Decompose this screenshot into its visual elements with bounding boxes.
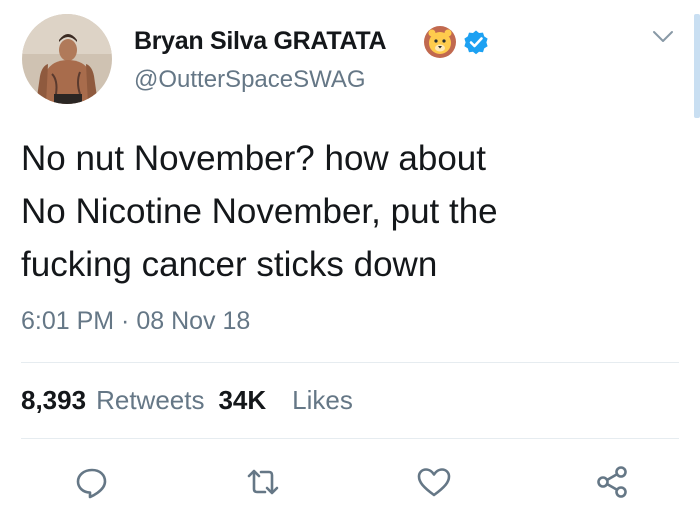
- verified-badge-icon: [463, 29, 489, 55]
- lion-face-icon: [422, 24, 458, 60]
- divider: [21, 362, 679, 363]
- like-icon[interactable]: [414, 462, 454, 502]
- tweet-text-line: No Nicotine November, put the: [21, 192, 498, 231]
- retweet-count[interactable]: 8,393: [21, 385, 86, 415]
- tweet-text-line: fucking cancer sticks down: [21, 245, 438, 284]
- like-label[interactable]: Likes: [292, 385, 353, 415]
- scroll-indicator: [694, 14, 700, 118]
- engagement-stats: 8,393 Retweets 34K Likes: [21, 385, 353, 416]
- tweet-text: No nut November? how about No Nicotine N…: [21, 132, 661, 291]
- user-handle[interactable]: @OutterSpaceSWAG: [134, 66, 366, 94]
- tweet-timestamp[interactable]: 6:01 PM · 08 Nov 18: [21, 307, 250, 336]
- chevron-down-icon[interactable]: [652, 30, 674, 44]
- retweet-icon[interactable]: [243, 462, 283, 502]
- divider: [21, 438, 679, 439]
- like-count[interactable]: 34K: [218, 385, 266, 415]
- retweet-label[interactable]: Retweets: [96, 385, 204, 415]
- reply-icon[interactable]: [72, 462, 112, 502]
- display-name[interactable]: Bryan Silva GRATATA: [134, 27, 387, 56]
- share-icon[interactable]: [592, 462, 632, 502]
- tweet-text-line: No nut November? how about: [21, 139, 486, 178]
- avatar[interactable]: [22, 14, 112, 104]
